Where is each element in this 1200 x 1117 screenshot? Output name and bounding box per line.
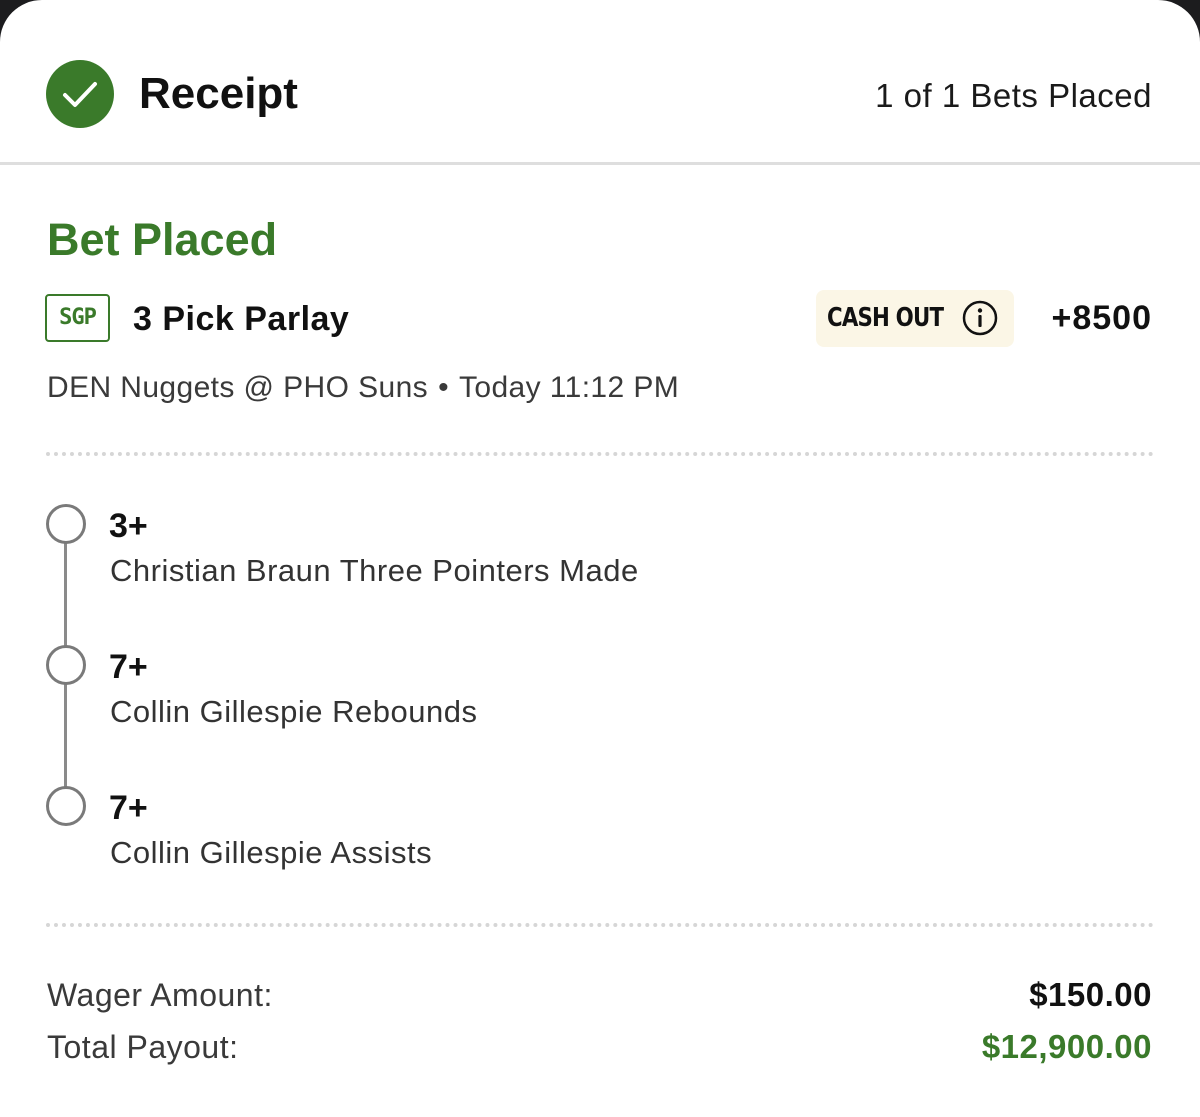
leg-line: 7+ xyxy=(109,789,148,827)
leg-line: 3+ xyxy=(109,507,148,545)
leg-status-icon xyxy=(46,786,86,826)
game-matchup: DEN Nuggets @ PHO Suns • Today 11:12 PM xyxy=(47,369,679,407)
info-icon[interactable] xyxy=(961,299,999,342)
bets-placed-count: 1 of 1 Bets Placed xyxy=(875,77,1152,114)
receipt-header: Receipt 1 of 1 Bets Placed xyxy=(0,0,1200,165)
leg-description: Collin Gillespie Rebounds xyxy=(110,694,478,729)
payout-label: Total Payout: xyxy=(47,1029,239,1065)
parlay-title: 3 Pick Parlay xyxy=(133,300,350,338)
parlay-odds: +8500 xyxy=(1051,299,1152,337)
receipt-sheet: Receipt 1 of 1 Bets Placed Bet Placed SG… xyxy=(0,0,1200,1117)
wager-value: $150.00 xyxy=(1029,976,1152,1013)
cash-out-button[interactable]: CASH OUT xyxy=(816,290,1014,347)
bet-status: Bet Placed xyxy=(47,214,278,265)
wager-label: Wager Amount: xyxy=(47,977,273,1013)
leg-status-icon xyxy=(46,645,86,685)
game-time: Today 11:12 PM xyxy=(458,371,680,404)
leg-status-icon xyxy=(46,504,86,544)
divider xyxy=(46,923,1154,927)
leg-line: 7+ xyxy=(109,648,148,686)
matchup-separator: • xyxy=(438,371,449,404)
leg-description: Christian Braun Three Pointers Made xyxy=(110,553,639,588)
page-title: Receipt xyxy=(139,69,298,118)
check-circle-icon xyxy=(46,60,114,128)
divider xyxy=(46,452,1154,456)
cash-out-label: CASH OUT xyxy=(827,303,944,333)
leg-description: Collin Gillespie Assists xyxy=(110,835,433,870)
matchup-teams: DEN Nuggets @ PHO Suns xyxy=(47,371,429,404)
payout-value: $12,900.00 xyxy=(981,1028,1152,1065)
sgp-badge: SGP xyxy=(45,294,110,342)
